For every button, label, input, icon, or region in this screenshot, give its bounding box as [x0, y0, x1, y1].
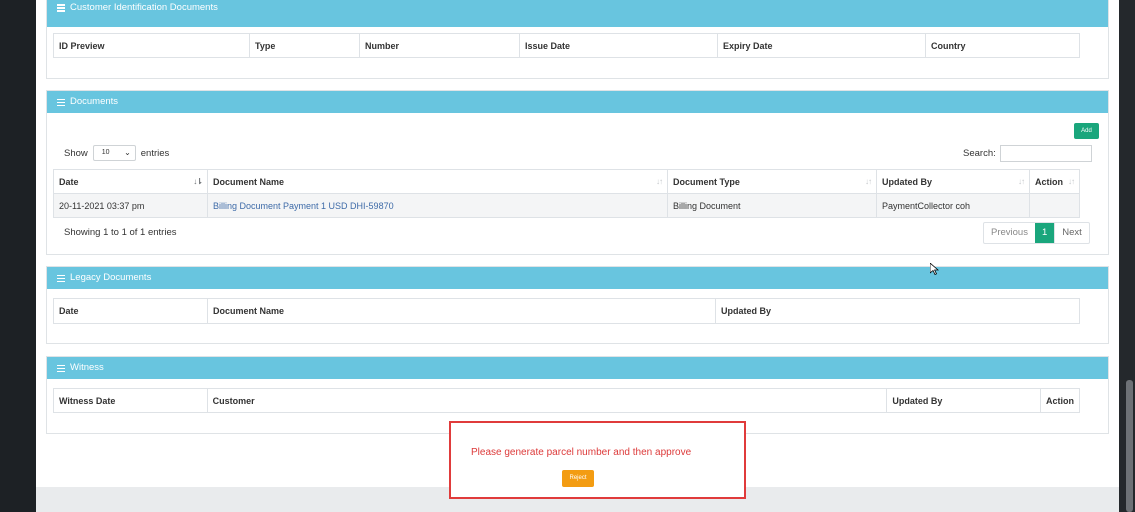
page-1-button[interactable]: 1 — [1034, 223, 1055, 243]
customer-id-docs-table: ID Preview Type Number Issue Date Expiry… — [53, 33, 1080, 58]
column-header: Witness Date — [53, 388, 208, 413]
panel-header: Witness — [47, 357, 1108, 379]
cell-document-name: Billing Document Payment 1 USD DHI-59870 — [207, 193, 668, 218]
left-dark-strip — [0, 0, 36, 512]
cell-action — [1029, 193, 1080, 218]
show-label: Show — [64, 147, 88, 159]
column-header: Customer — [206, 388, 888, 413]
witness-table: Witness Date Customer Updated By Action — [53, 388, 1080, 413]
panel-title: Legacy Documents — [70, 272, 152, 283]
sort-icon: ↓↑ — [1068, 176, 1075, 186]
cell-date: 20-11-2021 03:37 pm — [53, 193, 208, 218]
panel-header: Customer Identification Documents — [47, 0, 1108, 27]
column-header: Type — [249, 33, 360, 58]
panel-header: Legacy Documents — [47, 267, 1108, 289]
search-control: Search: — [963, 145, 1092, 162]
column-header: Action — [1040, 388, 1080, 413]
cell-updated-by: PaymentCollector coh — [876, 193, 1030, 218]
entries-label: entries — [140, 147, 170, 159]
sort-icon: ↓↑ — [656, 176, 663, 186]
search-label: Search: — [963, 148, 996, 159]
column-header-document-type[interactable]: Document Type ↓↑ — [667, 169, 877, 194]
document-link[interactable]: Billing Document Payment 1 USD DHI-59870 — [213, 201, 394, 211]
entries-value: 10 — [101, 149, 110, 156]
sort-icon: ↓↑ — [1018, 176, 1025, 186]
column-header: Number — [359, 33, 520, 58]
column-header: Date — [53, 298, 208, 324]
sort-desc-icon: ↓⇂ — [193, 176, 203, 186]
reject-button[interactable]: Reject — [562, 470, 594, 487]
entries-length-control: Show 10 ⌄ entries — [64, 145, 169, 161]
approval-warning-dialog: Please generate parcel number and then a… — [449, 421, 746, 499]
column-header: Document Name — [207, 298, 716, 324]
pagination: Previous 1 Next — [983, 222, 1090, 244]
documents-table: Date ↓⇂ Document Name ↓↑ Document Type ↓↑ U… — [53, 169, 1080, 218]
column-header: Expiry Date — [717, 33, 926, 58]
list-icon — [57, 274, 65, 282]
table-row: 20-11-2021 03:37 pm Billing Document Pay… — [53, 193, 1080, 218]
legacy-documents-table: Date Document Name Updated By — [53, 298, 1080, 324]
content-area: Customer Identification Documents ID Pre… — [36, 0, 1119, 487]
add-button[interactable]: Add — [1074, 123, 1099, 139]
column-header: ID Preview — [53, 33, 250, 58]
column-header: Issue Date — [519, 33, 718, 58]
panel-title: Witness — [70, 362, 104, 373]
column-header: Updated By — [715, 298, 1080, 324]
panel-title: Customer Identification Documents — [70, 1, 218, 13]
column-header: Country — [925, 33, 1080, 58]
sort-icon: ↓↑ — [865, 176, 872, 186]
list-icon — [57, 98, 65, 106]
list-icon — [57, 364, 65, 372]
column-header-action[interactable]: Action ↓↑ — [1029, 169, 1080, 194]
panel-header: Documents — [47, 91, 1108, 113]
previous-button[interactable]: Previous — [984, 223, 1035, 243]
column-header-document-name[interactable]: Document Name ↓↑ — [207, 169, 668, 194]
column-header-date[interactable]: Date ↓⇂ — [53, 169, 208, 194]
mouse-cursor-icon — [929, 262, 940, 278]
table-info: Showing 1 to 1 of 1 entries — [64, 227, 177, 238]
dialog-message: Please generate parcel number and then a… — [471, 447, 692, 458]
search-input[interactable] — [999, 145, 1092, 162]
entries-select[interactable]: 10 ⌄ — [92, 145, 136, 161]
column-header: Updated By — [886, 388, 1041, 413]
chevron-down-icon: ⌄ — [124, 148, 131, 157]
panel-title: Documents — [70, 96, 119, 107]
column-header-updated-by[interactable]: Updated By ↓↑ — [876, 169, 1030, 194]
list-icon — [57, 4, 65, 12]
scrollbar-thumb[interactable] — [1126, 380, 1133, 512]
cell-document-type: Billing Document — [667, 193, 877, 218]
next-button[interactable]: Next — [1054, 223, 1089, 243]
